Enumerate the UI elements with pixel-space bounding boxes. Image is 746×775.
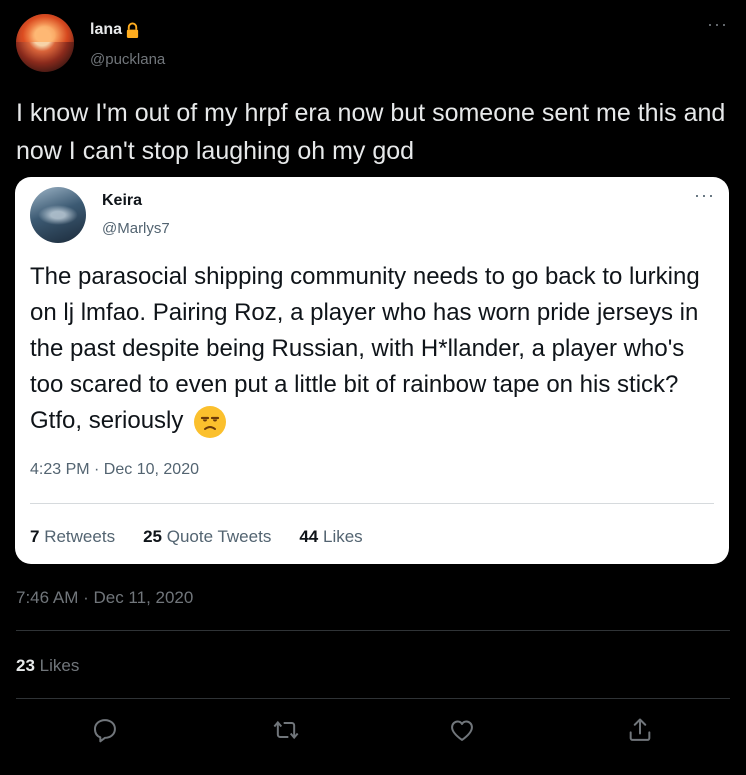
tweet-timestamp[interactable]: 7:46 AM · Dec 11, 2020	[16, 588, 193, 608]
quote-divider	[30, 503, 714, 504]
unamused-emoji	[194, 405, 227, 438]
action-bar	[0, 712, 746, 752]
like-icon[interactable]	[448, 716, 476, 744]
divider	[16, 698, 730, 699]
tweet-text: I know I'm out of my hrpf era now but so…	[16, 99, 726, 165]
quote-author-name: Keira	[102, 192, 143, 209]
quoted-tweet[interactable]: Keira @Marlys7 ··· The parasocial shippi…	[15, 177, 729, 564]
share-icon[interactable]	[626, 716, 654, 744]
quote-more-icon[interactable]: ···	[694, 185, 715, 206]
quote-text-body: The parasocial shipping community needs …	[30, 263, 700, 434]
divider	[16, 630, 730, 631]
quote-likes[interactable]: 44 Likes	[299, 527, 362, 547]
quote-timestamp: 4:23 PM · Dec 10, 2020	[30, 461, 199, 478]
quote-stats: 7 Retweets 25 Quote Tweets 44 Likes	[30, 527, 363, 547]
quote-text: The parasocial shipping community needs …	[30, 259, 720, 439]
reply-icon[interactable]	[91, 716, 119, 744]
retweet-icon[interactable]	[272, 716, 300, 744]
quote-author-avatar	[30, 187, 86, 243]
author-handle[interactable]: @pucklana	[90, 51, 165, 68]
author-avatar[interactable]	[16, 14, 74, 72]
quote-quote-tweets[interactable]: 25 Quote Tweets	[143, 527, 271, 547]
quote-retweets[interactable]: 7 Retweets	[30, 527, 115, 547]
author-name-row[interactable]: lana	[90, 21, 140, 39]
quote-author-handle: @Marlys7	[102, 220, 170, 237]
more-icon[interactable]: ···	[707, 14, 728, 35]
tweet-likes[interactable]: 23 Likes	[16, 656, 79, 676]
author-display-name[interactable]: lana	[90, 21, 122, 39]
lock-icon	[126, 22, 139, 38]
